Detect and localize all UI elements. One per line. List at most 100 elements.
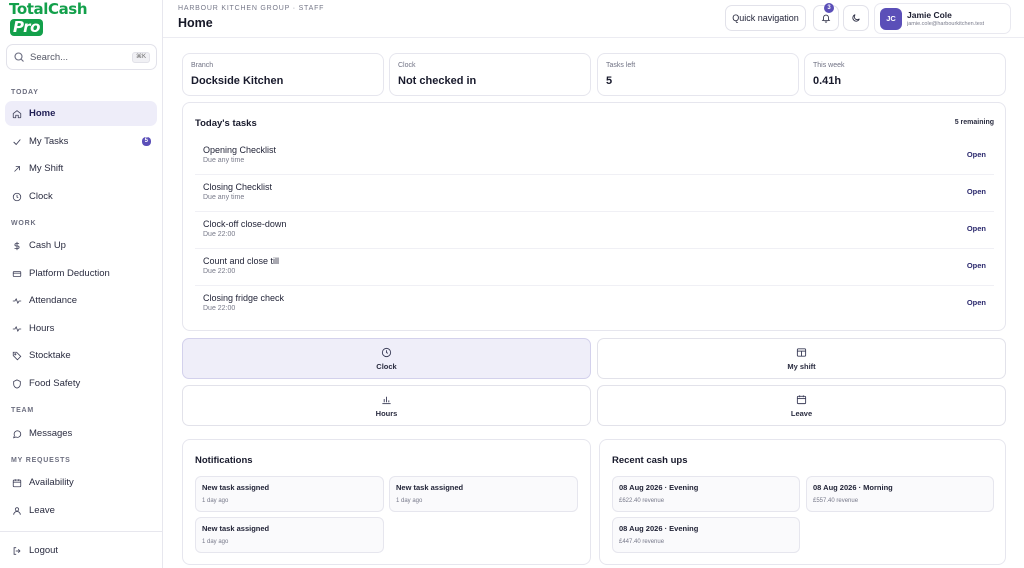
user-menu[interactable]: JC Jamie Cole jamie.cole@harbourkitchen.… (874, 3, 1011, 34)
stat-value: Dockside Kitchen (191, 75, 284, 87)
task-due: Due any time (203, 157, 245, 164)
logo[interactable]: TotalCashPro (9, 0, 119, 36)
task-open-link[interactable]: Open (967, 261, 986, 270)
pulse-icon (12, 297, 22, 304)
sidebar-item-hours[interactable]: Hours (5, 316, 157, 341)
cash-up-item[interactable]: 08 Aug 2026 · Evening £622.40 revenue (612, 476, 800, 512)
sidebar-item-label: My Tasks (29, 136, 69, 147)
logout-button[interactable]: Logout (5, 538, 157, 563)
stat-value: 5 (606, 75, 613, 87)
tasks-remaining: 5 remaining (954, 119, 994, 126)
search-icon (14, 52, 24, 62)
sidebar-item-label: Messages (29, 428, 73, 439)
stat-label: Branch (191, 62, 214, 69)
task-row[interactable]: Opening Checklist Due any time Open (195, 139, 994, 175)
notification-title: New task assigned (202, 524, 270, 533)
sidebar-item-cash-up[interactable]: Cash Up (5, 233, 157, 258)
task-name: Count and close till (203, 256, 280, 266)
task-row[interactable]: Closing fridge check Due 22:00 Open (195, 287, 994, 323)
avatar: JC (880, 7, 902, 30)
bar-chart-icon (382, 396, 391, 404)
action-label: Leave (790, 408, 813, 418)
stat-label: Tasks left (606, 62, 636, 69)
task-open-link[interactable]: Open (967, 187, 986, 196)
task-row[interactable]: Closing Checklist Due any time Open (195, 176, 994, 212)
sidebar-item-stocktake[interactable]: Stocktake (5, 343, 157, 368)
notification-count-badge: 3 (824, 3, 834, 13)
stat-value: 0.41h (813, 75, 842, 87)
sidebar-item-label: Platform Deduction (29, 268, 110, 279)
action-label: My shift (787, 361, 816, 371)
task-due: Due 22:00 (203, 305, 236, 312)
theme-toggle-button[interactable] (843, 5, 869, 31)
task-open-link[interactable]: Open (967, 150, 986, 159)
cash-up-title: 08 Aug 2026 · Morning (813, 483, 893, 492)
arrow-icon (14, 165, 20, 172)
task-row[interactable]: Clock-off close-down Due 22:00 Open (195, 213, 994, 249)
stat-card-clock: Clock Not checked in (389, 53, 591, 96)
logo-text: TotalCashPro (9, 0, 88, 36)
quick-navigation-button[interactable]: Quick navigation (725, 5, 806, 31)
task-due: Due 22:00 (203, 231, 236, 238)
task-name: Clock-off close-down (203, 219, 287, 229)
sidebar-item-label: Availability (29, 477, 74, 488)
clock-action-button[interactable]: Clock (182, 338, 591, 379)
calendar-icon (12, 478, 22, 487)
hours-action-button[interactable]: Hours (182, 385, 591, 426)
bell-icon (821, 14, 831, 23)
recent-cash-ups-title: Recent cash ups (612, 455, 688, 466)
cash-up-title: 08 Aug 2026 · Evening (619, 483, 699, 492)
task-name: Closing Checklist (203, 182, 273, 192)
notification-title: New task assigned (202, 483, 270, 492)
task-due: Due 22:00 (203, 268, 236, 275)
cash-up-revenue: £557.40 revenue (813, 498, 859, 504)
shield-icon (13, 378, 21, 389)
search-shortcut: ⌘K (131, 51, 150, 63)
tasks-badge: 5 (141, 137, 151, 146)
cash-up-title: 08 Aug 2026 · Evening (619, 524, 699, 533)
sidebar-item-my-tasks[interactable]: My Tasks 5 (5, 129, 157, 154)
notification-item[interactable]: New task assigned 1 day ago (195, 517, 384, 553)
notification-item[interactable]: New task assigned 1 day ago (195, 476, 384, 512)
sidebar-item-label: Food Safety (29, 378, 81, 389)
sidebar-item-leave[interactable]: Leave (5, 498, 157, 523)
logout-label: Logout (29, 545, 59, 556)
sidebar-item-attendance[interactable]: Attendance (5, 288, 157, 313)
sidebar-item-my-shift[interactable]: My Shift (5, 156, 157, 181)
task-open-link[interactable]: Open (967, 224, 986, 233)
notifications-button[interactable]: 3 (813, 3, 839, 31)
my-shift-action-button[interactable]: My shift (597, 338, 1006, 379)
sidebar-item-food-safety[interactable]: Food Safety (5, 371, 157, 396)
dollar-icon (14, 241, 20, 250)
leave-action-button[interactable]: Leave (597, 385, 1006, 426)
notification-item[interactable]: New task assigned 1 day ago (389, 476, 578, 512)
sidebar-item-label: Hours (29, 323, 55, 334)
notifications-title: Notifications (195, 455, 253, 466)
stat-label: This week (813, 62, 845, 69)
notifications-card: Notifications New task assigned 1 day ag… (182, 439, 591, 565)
cash-up-item[interactable]: 08 Aug 2026 · Evening £447.40 revenue (612, 517, 800, 553)
sidebar-item-platform-deduction[interactable]: Platform Deduction (5, 261, 157, 286)
user-text: Jamie Cole jamie.cole@harbourkitchen.tes… (907, 10, 984, 28)
logout-icon (13, 546, 21, 555)
sidebar-item-label: Clock (29, 191, 53, 202)
search-box[interactable]: ⌘K (6, 44, 157, 70)
sidebar-item-messages[interactable]: Messages (5, 421, 157, 446)
task-row[interactable]: Count and close till Due 22:00 Open (195, 250, 994, 286)
search-input[interactable] (30, 51, 120, 63)
stat-card-this-week: This week 0.41h (804, 53, 1006, 96)
page-title: Home (178, 16, 213, 30)
task-name: Opening Checklist (203, 145, 277, 155)
shift-icon (796, 347, 807, 357)
user-icon (13, 506, 21, 515)
task-open-link[interactable]: Open (967, 298, 986, 307)
check-icon (13, 138, 21, 145)
sidebar-item-availability[interactable]: Availability (5, 470, 157, 495)
notification-time: 1 day ago (202, 539, 229, 545)
pulse-icon (12, 325, 22, 332)
stat-value: Not checked in (398, 75, 477, 87)
cash-up-revenue: £622.40 revenue (619, 498, 665, 504)
sidebar-item-clock[interactable]: Clock (5, 184, 157, 209)
cash-up-item[interactable]: 08 Aug 2026 · Morning £557.40 revenue (806, 476, 994, 512)
sidebar-item-home[interactable]: Home (5, 101, 157, 126)
